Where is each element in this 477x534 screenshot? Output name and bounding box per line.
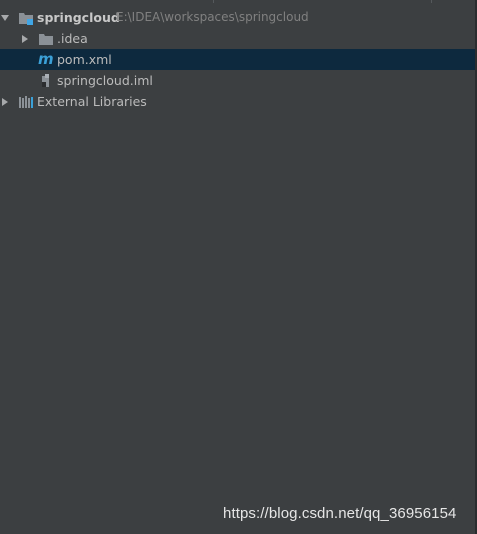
tree-item-label: pom.xml bbox=[57, 52, 112, 67]
tree-item-label: .idea bbox=[57, 31, 88, 46]
libraries-icon bbox=[18, 94, 34, 110]
chevron-right-icon[interactable] bbox=[0, 91, 10, 112]
root-project-path: E:\IDEA\workspaces\springcloud bbox=[116, 10, 309, 24]
root-project-name: springcloud bbox=[37, 10, 120, 25]
iml-file-icon bbox=[39, 73, 55, 89]
chevron-down-icon[interactable] bbox=[0, 7, 10, 28]
tree-item-label: External Libraries bbox=[37, 94, 147, 109]
tree-row-pom-xml[interactable]: m pom.xml bbox=[0, 49, 475, 70]
tree-row-idea[interactable]: .idea bbox=[0, 28, 475, 49]
project-tree: springcloud E:\IDEA\workspaces\springclo… bbox=[0, 7, 475, 112]
tree-row-root[interactable]: springcloud E:\IDEA\workspaces\springclo… bbox=[0, 7, 475, 28]
top-divider bbox=[0, 0, 477, 4]
tree-item-label: springcloud.iml bbox=[57, 73, 153, 88]
module-folder-icon bbox=[18, 10, 34, 26]
tree-row-external-libraries[interactable]: External Libraries bbox=[0, 91, 475, 112]
tree-row-iml[interactable]: springcloud.iml bbox=[0, 70, 475, 91]
chevron-right-icon[interactable] bbox=[20, 28, 30, 49]
maven-icon: m bbox=[38, 51, 54, 67]
watermark-url: https://blog.csdn.net/qq_36956154 bbox=[223, 505, 457, 522]
svg-text:m: m bbox=[38, 51, 54, 67]
project-tool-window: springcloud E:\IDEA\workspaces\springclo… bbox=[0, 0, 477, 534]
folder-icon bbox=[38, 31, 54, 47]
